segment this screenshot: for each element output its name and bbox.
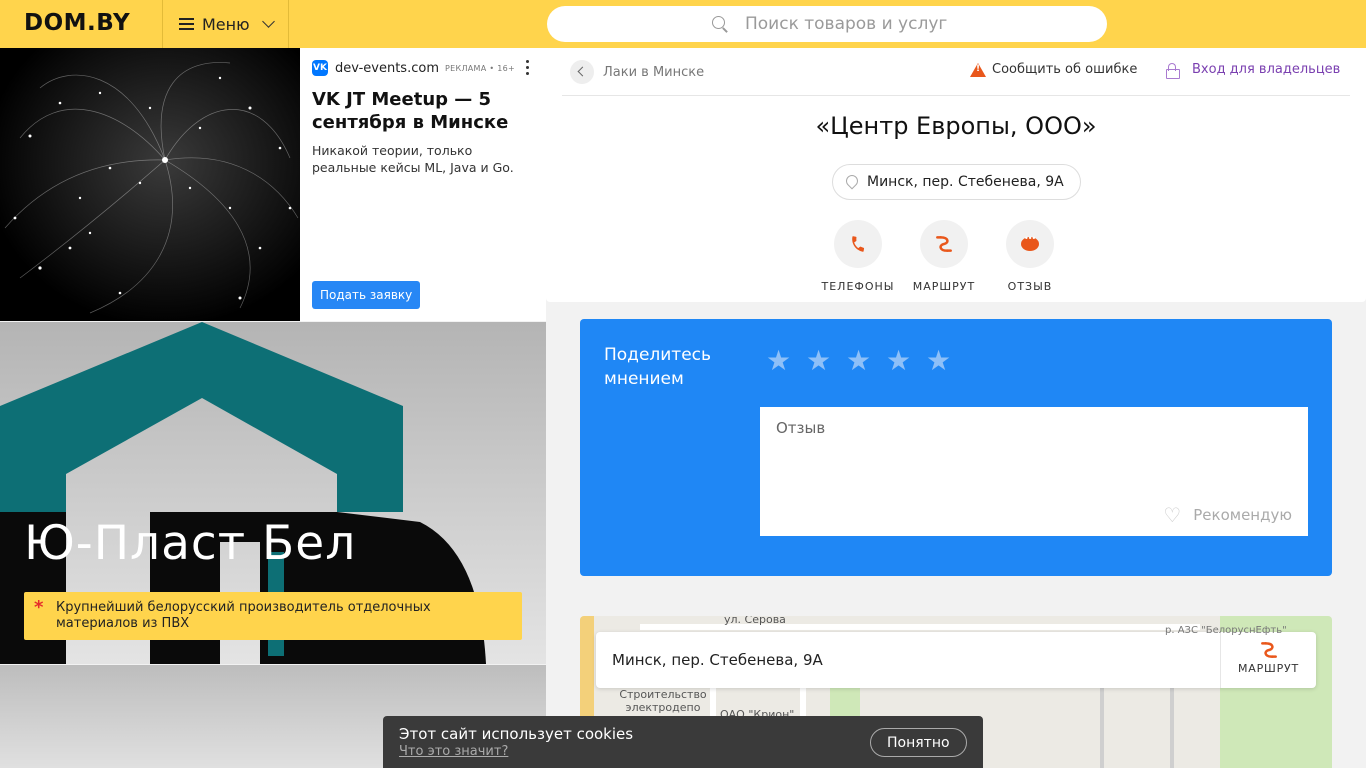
owner-login-label: Вход для владельцев bbox=[1192, 62, 1341, 77]
route-label: МАРШРУТ bbox=[912, 280, 976, 293]
map-railway bbox=[1170, 688, 1174, 768]
map-route-button[interactable]: МАРШРУТ bbox=[1221, 632, 1316, 688]
chevron-down-icon bbox=[261, 15, 275, 28]
star-icon[interactable]: ★ bbox=[846, 347, 874, 375]
ad-brand-note-text: Крупнейший белорусский производитель отд… bbox=[56, 600, 431, 631]
company-card: Лаки в Минске Сообщить об ошибке Вход дл… bbox=[546, 48, 1366, 302]
address-pill[interactable]: Минск, пер. Стебенева, 9А bbox=[832, 164, 1081, 200]
ad-brand-title: Ю-Пласт Бел bbox=[24, 516, 357, 571]
phones-button[interactable]: ТЕЛЕФОНЫ bbox=[813, 220, 903, 293]
page-title: «Центр Европы, ООО» bbox=[815, 112, 1097, 140]
star-icon[interactable]: ★ bbox=[886, 347, 914, 375]
search-bar[interactable] bbox=[547, 6, 1107, 42]
star-icon[interactable]: ★ bbox=[806, 347, 834, 375]
breadcrumb-link[interactable]: Лаки в Минске bbox=[603, 65, 704, 80]
action-buttons: ТЕЛЕФОНЫ МАРШРУТ ОТЗЫВ bbox=[546, 220, 1366, 293]
breadcrumb: Лаки в Минске bbox=[570, 60, 704, 84]
particle-swirl-image bbox=[0, 48, 300, 321]
search-input[interactable] bbox=[745, 14, 1065, 34]
phone-icon bbox=[834, 220, 882, 268]
cookie-banner: Этот сайт использует cookies Что это зна… bbox=[383, 716, 983, 768]
owner-login-link[interactable]: Вход для владельцев bbox=[1166, 62, 1341, 79]
report-error-link[interactable]: Сообщить об ошибке bbox=[970, 62, 1137, 77]
asterisk-icon: * bbox=[34, 597, 44, 618]
map-address-box: Минск, пер. Стебенева, 9А МАРШРУТ bbox=[596, 632, 1316, 688]
ad-image-particles[interactable] bbox=[0, 48, 300, 321]
lock-icon bbox=[1166, 62, 1180, 79]
ad-content: VK dev-events.com РЕКЛАМА • 16+ VK JT Me… bbox=[312, 48, 540, 321]
ad-source[interactable]: VK dev-events.com РЕКЛАМА • 16+ bbox=[312, 60, 515, 76]
review-box: ♡ Рекомендую bbox=[760, 407, 1308, 536]
address-text: Минск, пер. Стебенева, 9А bbox=[867, 174, 1064, 190]
map-railway bbox=[1100, 688, 1104, 768]
search-icon bbox=[712, 16, 728, 32]
report-error-label: Сообщить об ошибке bbox=[992, 62, 1138, 77]
review-button[interactable]: ОТЗЫВ bbox=[985, 220, 1075, 293]
recommend-label: Рекомендую bbox=[1193, 506, 1292, 524]
menu-button[interactable]: Меню bbox=[163, 0, 288, 48]
cookie-message: Этот сайт использует cookies bbox=[399, 725, 634, 743]
menu-label: Меню bbox=[202, 14, 250, 34]
ad-apply-button[interactable]: Подать заявку bbox=[312, 281, 421, 309]
ad-banner-uplast[interactable]: Ю-Пласт Бел * Крупнейший белорусский про… bbox=[0, 322, 546, 664]
map-park bbox=[830, 688, 860, 718]
map-place-label: Строительство электродепо bbox=[619, 688, 707, 714]
ad-label: РЕКЛАМА • 16+ bbox=[444, 63, 515, 73]
map-route-label: МАРШРУТ bbox=[1237, 662, 1300, 675]
heart-icon: ♡ bbox=[1163, 503, 1182, 527]
cookie-accept-button[interactable]: Понятно bbox=[870, 728, 967, 757]
star-icon[interactable]: ★ bbox=[766, 347, 794, 375]
location-pin-icon bbox=[845, 175, 857, 189]
more-options-icon[interactable] bbox=[526, 60, 530, 76]
header-divider bbox=[288, 0, 289, 48]
review-title: Поделитесь мнением bbox=[604, 345, 712, 389]
recommend-toggle[interactable]: ♡ Рекомендую bbox=[1163, 503, 1292, 527]
divider bbox=[562, 95, 1350, 96]
map-address-text: Минск, пер. Стебенева, 9А bbox=[612, 651, 823, 669]
comment-icon bbox=[1006, 220, 1054, 268]
map-street-label: ул. Серова bbox=[724, 616, 786, 626]
map-place-label: р. АЗС "БелоруснЕфть" bbox=[1165, 625, 1287, 636]
vk-logo-icon: VK bbox=[312, 60, 328, 76]
site-header: DOM.BY Меню bbox=[0, 0, 1366, 48]
cookie-info-link[interactable]: Что это значит? bbox=[399, 744, 508, 759]
ad-banner-vk[interactable]: VK dev-events.com РЕКЛАМА • 16+ VK JT Me… bbox=[0, 48, 546, 321]
site-logo[interactable]: DOM.BY bbox=[24, 10, 130, 36]
hamburger-icon bbox=[179, 18, 194, 30]
phones-label: ТЕЛЕФОНЫ bbox=[821, 280, 895, 293]
ad-description: Никакой теории, только реальные кейсы ML… bbox=[312, 143, 514, 175]
ad-source-domain: dev-events.com bbox=[335, 60, 439, 76]
rating-stars: ★ ★ ★ ★ ★ bbox=[766, 347, 966, 375]
route-button[interactable]: МАРШРУТ bbox=[899, 220, 989, 293]
back-chevron-icon[interactable] bbox=[570, 60, 594, 84]
ad-title[interactable]: VK JT Meetup — 5 сентября в Минске bbox=[312, 88, 534, 134]
route-icon bbox=[1221, 640, 1316, 662]
ad-brand-note: * Крупнейший белорусский производитель о… bbox=[24, 592, 522, 640]
warning-icon bbox=[970, 62, 986, 77]
route-icon bbox=[920, 220, 968, 268]
review-label: ОТЗЫВ bbox=[1007, 280, 1053, 293]
review-form: Поделитесь мнением ★ ★ ★ ★ ★ ♡ Рекоменду… bbox=[580, 319, 1332, 576]
star-icon[interactable]: ★ bbox=[926, 347, 954, 375]
